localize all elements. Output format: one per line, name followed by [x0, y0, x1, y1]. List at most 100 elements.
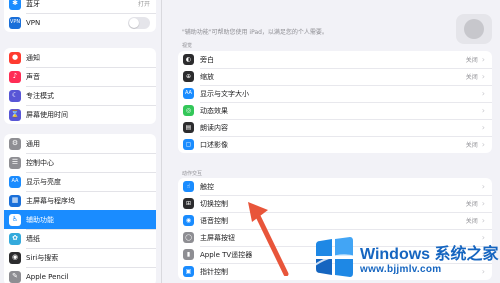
setting-row-label: 缩放 [200, 72, 214, 81]
section-header-vision: 视觉 [182, 43, 193, 49]
sidebar-item-value: 打开 [137, 1, 150, 8]
screen-time-icon: ⌛ [9, 108, 21, 121]
voice-control-icon: ◉ [183, 215, 194, 226]
setting-row-value: 关闭 [465, 74, 478, 81]
home-screen-dock-icon: ▦ [9, 194, 21, 207]
setting-row-label: 口述影像 [200, 140, 228, 149]
sidebar-item-label: 蓝牙 [26, 0, 40, 8]
setting-row-value: 关闭 [465, 142, 478, 149]
setting-row-value: 关闭 [465, 57, 478, 64]
vision-settings-card: ◐ 旁白 关闭 › ⊕ 缩放 关闭 › AA 显示与文字大小 › ◎ 动态效果 › ▤ 朗读内容 › ▢ 口述影像关… [178, 51, 492, 153]
wallpaper-icon: ✿ [9, 232, 21, 245]
sidebar-item-accessibility[interactable]: ♿ 辅助功能 [4, 210, 156, 229]
switch-control-icon: ⊞ [183, 198, 194, 209]
audio-descriptions-icon: ▢ [183, 139, 194, 150]
sidebar-item-control-center[interactable]: ☰ 控制中心 [4, 153, 156, 172]
sidebar-item-home-screen-dock[interactable]: ▦ 主屏幕与程序坞 [4, 191, 156, 210]
settings-sidebar: ✱ 蓝牙 打开 VPN VPN ● 通知 ♪ 声音 ☾ 专注模式 ⌛ 屏幕使用时间 ⚙ 通用 ☰ 控制中心 A… [0, 0, 160, 283]
sidebar-item-label: 专注模式 [26, 91, 54, 100]
accessibility-icon: ♿ [9, 213, 21, 226]
sidebar-item-label: 墙纸 [26, 234, 40, 243]
sidebar-item-focus[interactable]: ☾ 专注模式 [4, 86, 156, 105]
home-button-icon: ◯ [183, 232, 194, 243]
spoken-content-icon: ▤ [183, 122, 194, 133]
sidebar-item-label: 显示与亮度 [26, 177, 61, 186]
header-graphic-knob [464, 19, 484, 39]
motion-icon: ◎ [183, 105, 194, 116]
chevron-right-icon: › [481, 216, 485, 225]
watermark-title: Windows 系统之家 [360, 240, 499, 264]
sidebar-item-label: 主屏幕与程序坞 [26, 196, 75, 205]
sidebar-item-label: 屏幕使用时间 [26, 110, 68, 119]
setting-row-voiceover[interactable]: ◐ 旁白 关闭 › [178, 51, 492, 68]
watermark-url: www.bjjmlv.com [360, 263, 442, 275]
sidebar-item-apple-pencil[interactable]: ✎ Apple Pencil [4, 267, 156, 283]
setting-row-motion[interactable]: ◎ 动态效果 › [178, 102, 492, 119]
sidebar-item-bluetooth[interactable]: ✱ 蓝牙 打开 [4, 0, 156, 13]
windows-logo-icon [312, 237, 356, 277]
watermark-title-cn: 系统之家 [430, 245, 499, 263]
sidebar-item-label: 控制中心 [26, 158, 54, 167]
sidebar-item-label: 通用 [26, 139, 40, 148]
sound-icon: ♪ [9, 70, 21, 83]
chevron-right-icon: › [481, 72, 485, 81]
sidebar-item-label: 辅助功能 [26, 215, 54, 224]
general-gear-icon: ⚙ [9, 137, 21, 150]
notifications-icon: ● [9, 51, 21, 64]
watermark-title-en: Windows [360, 245, 431, 263]
annotation-arrow-icon [248, 202, 289, 276]
setting-row-display-text-size[interactable]: AA 显示与文字大小 › [178, 85, 492, 102]
setting-row-label: 旁白 [200, 55, 214, 64]
sidebar-group-connectivity: ✱ 蓝牙 打开 VPN VPN [4, 0, 156, 32]
sidebar-item-general-gear[interactable]: ⚙ 通用 [4, 134, 156, 153]
sidebar-item-label: VPN [26, 18, 41, 27]
sidebar-item-sound[interactable]: ♪ 声音 [4, 67, 156, 86]
accessibility-intro-text: "辅助功能"可帮助您使用 iPad，以满足您的个人需要。 [182, 29, 328, 36]
sidebar-item-label: Apple Pencil [26, 272, 69, 281]
control-center-icon: ☰ [9, 156, 21, 169]
chevron-right-icon: › [481, 140, 485, 149]
sidebar-item-siri[interactable]: ◉ Siri与搜索 [4, 248, 156, 267]
chevron-right-icon: › [481, 89, 485, 98]
sidebar-item-notifications[interactable]: ● 通知 [4, 48, 156, 67]
watermark-text: Windows 系统之家 www.bjjmlv.com [360, 240, 499, 275]
sidebar-item-screen-time[interactable]: ⌛ 屏幕使用时间 [4, 105, 156, 124]
setting-row-label: 动态效果 [200, 106, 228, 115]
sidebar-group-notifications: ● 通知 ♪ 声音 ☾ 专注模式 ⌛ 屏幕使用时间 [4, 48, 156, 124]
sidebar-item-label: Siri与搜索 [26, 253, 59, 262]
chevron-right-icon: › [481, 55, 485, 64]
setting-row-label: 朗读内容 [200, 123, 228, 132]
bluetooth-icon: ✱ [9, 0, 21, 10]
pointer-control-icon: ▣ [183, 266, 194, 277]
sidebar-item-display-brightness[interactable]: AA 显示与亮度 [4, 172, 156, 191]
chevron-right-icon: › [481, 182, 485, 191]
focus-icon: ☾ [9, 89, 21, 102]
vpn-toggle[interactable] [128, 16, 150, 29]
apple-tv-remote-icon: ▮ [183, 249, 194, 260]
chevron-right-icon: › [481, 199, 485, 208]
siri-icon: ◉ [9, 251, 21, 264]
setting-row-switch-control[interactable]: ⊞ 切换控制 关闭 › [178, 195, 492, 212]
sidebar-item-label: 声音 [26, 72, 40, 81]
setting-row-label: 触控 [200, 182, 214, 191]
setting-row-label: 显示与文字大小 [200, 89, 249, 98]
section-header-interaction: 动作交互 [182, 171, 203, 177]
zoom-icon: ⊕ [183, 71, 194, 82]
sidebar-item-label: 通知 [26, 53, 40, 62]
setting-row-spoken-content[interactable]: ▤ 朗读内容 › [178, 119, 492, 136]
setting-row-audio-descriptions[interactable]: ▢ 口述影像 关闭 › [178, 136, 492, 153]
voiceover-icon: ◐ [183, 54, 194, 65]
watermark: Windows 系统之家 www.bjjmlv.com [312, 234, 499, 280]
setting-row-value: 关闭 [465, 201, 478, 208]
setting-row-zoom[interactable]: ⊕ 缩放 关闭 › [178, 68, 492, 85]
setting-row-voice-control[interactable]: ◉ 语音控制 关闭 › [178, 212, 492, 229]
sidebar-item-vpn[interactable]: VPN VPN [4, 13, 156, 32]
vpn-icon: VPN [9, 16, 21, 29]
chevron-right-icon: › [481, 106, 485, 115]
touch-icon: ☝ [183, 181, 194, 192]
accessibility-header-graphic [456, 14, 492, 44]
setting-row-touch[interactable]: ☝ 触控 › [178, 178, 492, 195]
apple-pencil-icon: ✎ [9, 270, 21, 283]
sidebar-item-wallpaper[interactable]: ✿ 墙纸 [4, 229, 156, 248]
sidebar-group-general: ⚙ 通用 ☰ 控制中心 AA 显示与亮度 ▦ 主屏幕与程序坞 ♿ 辅助功能 ✿ 墙纸 ◉ Siri与搜索 ✎… [4, 134, 156, 283]
